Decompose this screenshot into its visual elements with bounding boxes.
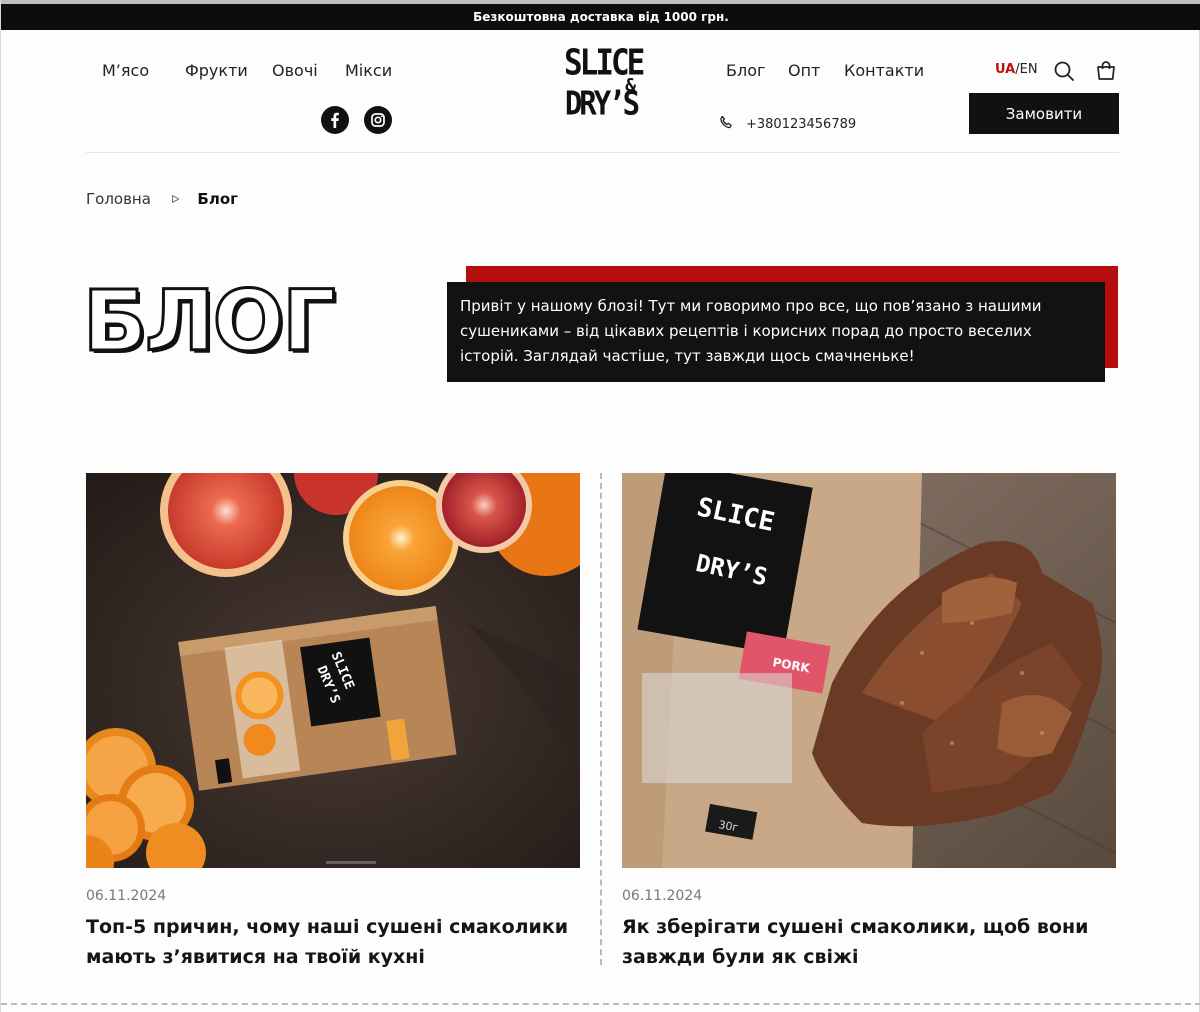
nav-vegetables[interactable]: Овочі xyxy=(272,61,318,80)
breadcrumb-current: Блог xyxy=(197,190,238,208)
brand-logo[interactable]: SLICE & DRY’S xyxy=(564,42,645,138)
logo-line1: SLICE xyxy=(564,42,645,84)
instagram-icon[interactable] xyxy=(364,106,392,134)
phone-link[interactable]: +380123456789 xyxy=(719,115,856,134)
breadcrumb: Головна ᐅ Блог xyxy=(86,190,238,208)
lang-ua[interactable]: UA xyxy=(995,62,1015,77)
post-date: 06.11.2024 xyxy=(86,888,167,904)
nav-fruits[interactable]: Фрукти xyxy=(185,61,248,80)
phone-number: +380123456789 xyxy=(746,117,857,132)
breadcrumb-separator-icon: ᐅ xyxy=(170,192,180,206)
announcement-bar: Безкоштовна доставка від 1000 грн. xyxy=(1,0,1200,30)
header-divider xyxy=(86,152,1119,153)
page-title: БЛОГ xyxy=(82,271,338,372)
facebook-icon[interactable] xyxy=(321,106,349,134)
breadcrumb-home[interactable]: Головна xyxy=(86,190,151,208)
nav-blog[interactable]: Блог xyxy=(726,61,765,80)
search-icon[interactable] xyxy=(1053,60,1075,82)
logo-line2: DRY’S xyxy=(564,83,640,123)
order-button[interactable]: Замовити xyxy=(969,93,1119,134)
intro-text: Привіт у нашому блозі! Тут ми говоримо п… xyxy=(460,297,1042,365)
nav-wholesale[interactable]: Опт xyxy=(788,61,820,80)
post-date: 06.11.2024 xyxy=(622,888,703,904)
nav-mixes[interactable]: Мікси xyxy=(345,61,392,80)
nav-meat[interactable]: М’ясо xyxy=(102,61,149,80)
card-separator xyxy=(600,473,602,965)
blog-card[interactable]: SLICE DRY’S PORK 30г 06.11.2024 Як збері… xyxy=(622,473,1116,972)
cart-icon[interactable] xyxy=(1095,60,1117,82)
post-title[interactable]: Топ-5 причин, чому наші сушені смаколики… xyxy=(86,912,580,972)
announcement-text: Безкоштовна доставка від 1000 грн. xyxy=(473,10,729,24)
bottom-separator xyxy=(1,1003,1200,1005)
post-image-dried-oranges[interactable]: SLICE DRY’S xyxy=(86,473,580,868)
phone-icon xyxy=(719,115,734,134)
lang-en[interactable]: EN xyxy=(1020,62,1038,77)
blog-card[interactable]: SLICE DRY’S 06.11.2024 Топ-5 причин, чом… xyxy=(86,473,580,972)
nav-contacts[interactable]: Контакти xyxy=(844,61,924,80)
intro-text-box: Привіт у нашому блозі! Тут ми говоримо п… xyxy=(447,282,1105,382)
language-switch[interactable]: UA/EN xyxy=(995,62,1038,77)
post-title[interactable]: Як зберігати сушені смаколики, щоб вони … xyxy=(622,912,1116,972)
post-image-jerky[interactable]: SLICE DRY’S PORK 30г xyxy=(622,473,1116,868)
